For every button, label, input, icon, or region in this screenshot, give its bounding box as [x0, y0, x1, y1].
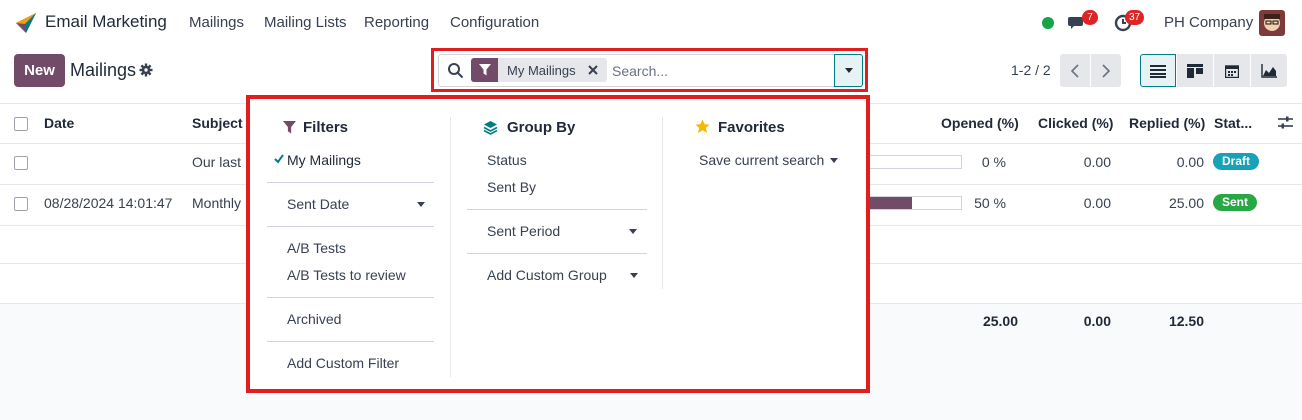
activities-count-badge: 37	[1125, 10, 1145, 25]
row-subject[interactable]: Monthly	[192, 195, 241, 211]
column-header-replied[interactable]: Replied (%)	[1129, 115, 1205, 131]
area-chart-icon	[1261, 63, 1277, 78]
caret-down-icon[interactable]	[629, 229, 637, 234]
status-badge: Sent	[1213, 194, 1258, 211]
chevron-left-icon	[1070, 63, 1079, 78]
chevron-down-icon	[844, 68, 853, 73]
checkmark-icon	[274, 154, 284, 164]
star-icon	[695, 119, 710, 133]
filter-icon	[471, 58, 498, 82]
opened-progress-fill	[863, 197, 912, 209]
search-input[interactable]	[612, 61, 822, 81]
page-title: Mailings	[70, 60, 137, 80]
graph-view-button[interactable]	[1251, 54, 1287, 87]
total-opened: 25.00	[982, 313, 1018, 329]
total-clicked: 0.00	[1083, 313, 1111, 329]
search-options-toggle[interactable]	[834, 54, 863, 87]
column-header-subject[interactable]: Subject	[192, 115, 243, 131]
row-replied: 0.00	[1176, 154, 1204, 170]
list-icon	[1150, 64, 1166, 78]
gear-icon[interactable]	[139, 63, 153, 77]
filter-my-mailings[interactable]: My Mailings	[287, 152, 361, 168]
row-replied: 25.00	[1168, 195, 1204, 211]
filter-archived[interactable]: Archived	[287, 311, 341, 327]
filter-ab-tests-to-review[interactable]: A/B Tests to review	[287, 267, 406, 283]
row-opened: 0 %	[981, 154, 1006, 170]
close-icon[interactable]	[587, 64, 599, 76]
groupby-heading: Group By	[507, 119, 576, 136]
layers-icon	[483, 121, 498, 135]
filter-sent-date[interactable]: Sent Date	[287, 196, 349, 212]
new-button[interactable]: New	[14, 54, 65, 87]
row-checkbox[interactable]	[14, 197, 28, 211]
groupby-sent-by[interactable]: Sent By	[487, 179, 536, 195]
user-avatar[interactable]	[1259, 10, 1285, 36]
menu-reporting[interactable]: Reporting	[364, 14, 429, 31]
menu-configuration[interactable]: Configuration	[450, 14, 539, 31]
column-header-clicked[interactable]: Clicked (%)	[1038, 115, 1113, 131]
row-clicked: 0.00	[1083, 195, 1111, 211]
facet-label: My Mailings	[507, 62, 576, 78]
favorites-heading: Favorites	[718, 119, 785, 136]
dropdown-divider	[267, 226, 434, 227]
pager-value[interactable]: 1-2 / 2	[1011, 62, 1051, 78]
search-panel-dropdown: Filters My Mailings Sent Date A/B Tests …	[246, 95, 870, 393]
caret-down-icon[interactable]	[417, 202, 425, 207]
pager-next-button[interactable]	[1091, 54, 1121, 87]
kanban-icon	[1187, 63, 1203, 78]
save-current-search[interactable]: Save current search	[699, 152, 824, 168]
caret-down-icon[interactable]	[630, 273, 638, 278]
online-status-icon	[1042, 17, 1054, 29]
add-custom-group[interactable]: Add Custom Group	[487, 267, 607, 283]
total-replied: 12.50	[1168, 313, 1204, 329]
calendar-icon	[1225, 64, 1239, 78]
menu-mailings[interactable]: Mailings	[189, 14, 244, 31]
status-badge: Draft	[1213, 153, 1260, 170]
list-view-button[interactable]	[1140, 54, 1176, 87]
dropdown-divider	[267, 182, 434, 183]
top-navbar: Email Marketing Mailings Mailing Lists R…	[0, 0, 1302, 46]
groupby-sent-period[interactable]: Sent Period	[487, 223, 560, 239]
filter-ab-tests[interactable]: A/B Tests	[287, 240, 346, 256]
opened-progress-bar	[862, 196, 962, 210]
pager-previous-button[interactable]	[1060, 54, 1090, 87]
row-date[interactable]: 08/28/2024 14:01:47	[44, 195, 172, 211]
select-all-checkbox[interactable]	[14, 117, 28, 131]
search-facet[interactable]: My Mailings	[471, 58, 607, 82]
row-checkbox[interactable]	[14, 156, 28, 170]
row-subject[interactable]: Our last	[192, 154, 241, 170]
column-header-status[interactable]: Stat...	[1214, 115, 1252, 131]
optional-columns-icon[interactable]	[1278, 115, 1293, 130]
app-name[interactable]: Email Marketing	[45, 12, 167, 32]
row-clicked: 0.00	[1083, 154, 1111, 170]
opened-progress-bar	[862, 155, 962, 169]
email-marketing-logo-icon[interactable]	[14, 11, 38, 35]
dropdown-divider	[267, 297, 434, 298]
column-header-opened[interactable]: Opened (%)	[941, 115, 1019, 131]
filter-icon	[283, 121, 296, 134]
column-divider	[662, 117, 663, 289]
column-header-date[interactable]: Date	[44, 115, 74, 131]
column-divider	[450, 117, 451, 377]
menu-mailing-lists[interactable]: Mailing Lists	[264, 14, 347, 31]
search-icon[interactable]	[447, 62, 464, 79]
dropdown-divider	[267, 341, 434, 342]
add-custom-filter[interactable]: Add Custom Filter	[287, 355, 399, 371]
messages-count-badge: 7	[1082, 10, 1098, 25]
chevron-right-icon	[1102, 63, 1111, 78]
calendar-view-button[interactable]	[1214, 54, 1250, 87]
kanban-view-button[interactable]	[1177, 54, 1213, 87]
caret-down-icon[interactable]	[830, 158, 838, 163]
row-opened: 50 %	[974, 195, 1006, 211]
groupby-status[interactable]: Status	[487, 152, 527, 168]
dropdown-divider	[467, 209, 647, 210]
filters-heading: Filters	[303, 119, 349, 136]
company-switcher[interactable]: PH Company	[1164, 14, 1253, 31]
dropdown-divider	[467, 253, 647, 254]
